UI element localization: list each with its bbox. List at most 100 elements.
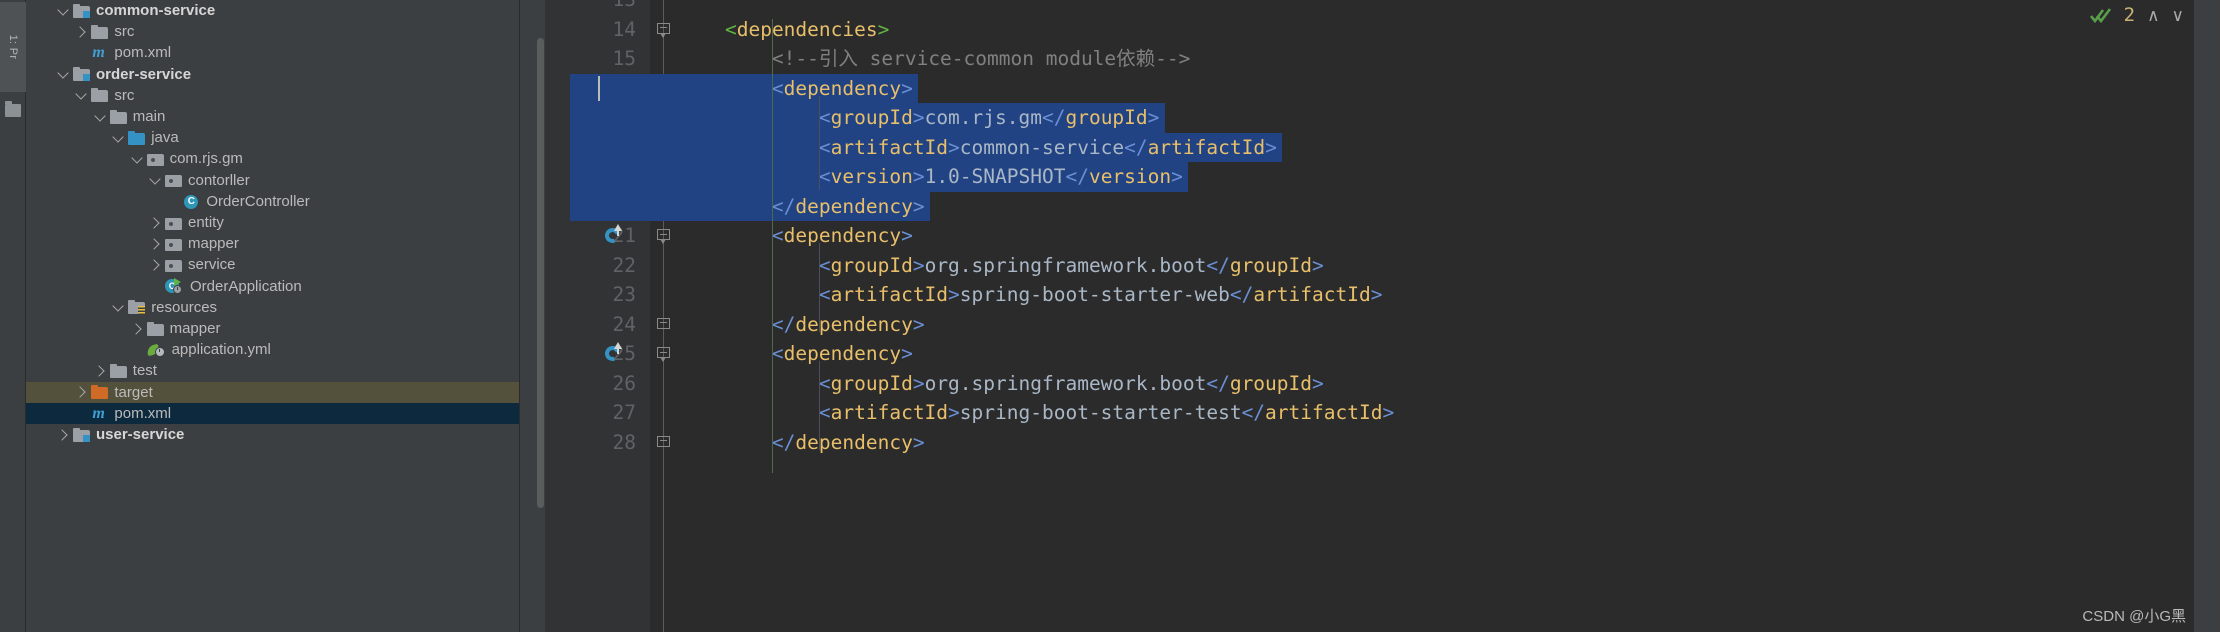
tree-node-label: src bbox=[114, 86, 135, 104]
chevron-right-icon[interactable] bbox=[130, 322, 144, 336]
tree-node-mapper[interactable]: mapper bbox=[26, 233, 519, 254]
tree-node-application-yml[interactable]: application.yml bbox=[26, 339, 519, 360]
tree-node-label: service bbox=[188, 256, 236, 274]
code-line[interactable] bbox=[678, 0, 2220, 15]
chevron-right-icon[interactable] bbox=[74, 385, 88, 399]
chevron-down-icon[interactable] bbox=[111, 300, 125, 314]
line-number: 15 bbox=[612, 47, 636, 70]
inspection-ok-check-icon bbox=[2089, 7, 2112, 24]
package-icon bbox=[165, 173, 182, 188]
code-token-bracket: > bbox=[912, 165, 925, 188]
editor-left-strip bbox=[520, 0, 545, 632]
tree-node-java[interactable]: java bbox=[26, 127, 519, 148]
code-token-bracket: </ bbox=[1206, 371, 1230, 395]
tree-node-label: mapper bbox=[188, 235, 239, 253]
chevron-down-icon[interactable] bbox=[111, 131, 125, 145]
inspection-widget[interactable]: 2 ∧ ∨ bbox=[2080, 0, 2194, 30]
code-token-bracket: > bbox=[901, 224, 913, 247]
tree-node-order-service[interactable]: order-service bbox=[26, 64, 519, 85]
tree-node-common-service[interactable]: common-service bbox=[26, 0, 519, 21]
code-line[interactable]: <artifactId>spring-boot-starter-test</ar… bbox=[678, 398, 2220, 428]
chevron-up-icon[interactable]: ∧ bbox=[2147, 7, 2159, 24]
code-token-tag: version bbox=[830, 165, 913, 188]
tree-node-service[interactable]: service bbox=[26, 254, 519, 275]
code-line[interactable]: <groupId>org.springframework.boot</group… bbox=[678, 251, 2220, 281]
code-token-bracket: > bbox=[912, 106, 925, 129]
code-token-tag: artifactId bbox=[830, 401, 949, 424]
tree-node-com-rjs-gm[interactable]: com.rjs.gm bbox=[26, 148, 519, 169]
project-toolwindow-tab[interactable]: 1: Pr bbox=[0, 2, 26, 92]
code-token-bracket: > bbox=[1370, 283, 1383, 306]
code-line[interactable]: </dependency> bbox=[678, 192, 2220, 222]
code-line[interactable]: </dependency> bbox=[678, 310, 2220, 340]
chevron-down-icon[interactable] bbox=[130, 152, 144, 166]
tree-node-label: contorller bbox=[188, 171, 250, 189]
tree-node-main[interactable]: main bbox=[26, 106, 519, 127]
module-folder-icon bbox=[73, 3, 90, 18]
java-class-icon: C bbox=[183, 194, 200, 209]
code-line[interactable]: <artifactId>spring-boot-starter-web</art… bbox=[678, 280, 2220, 310]
tree-node-label: com.rjs.gm bbox=[169, 150, 243, 168]
chevron-down-icon[interactable] bbox=[74, 88, 88, 102]
maven-reimport-icon[interactable] bbox=[602, 342, 625, 364]
chevron-right-icon[interactable] bbox=[148, 258, 162, 272]
code-token-value: 1.0-SNAPSHOT bbox=[924, 165, 1066, 188]
code-token-bracket: < bbox=[818, 371, 831, 395]
code-token-tag: groupId bbox=[830, 371, 913, 395]
fold-collapse-icon[interactable] bbox=[657, 22, 670, 38]
fold-end-icon[interactable] bbox=[657, 317, 670, 331]
tree-node-entity[interactable]: entity bbox=[26, 212, 519, 233]
chevron-right-icon[interactable] bbox=[93, 364, 107, 378]
tree-node-test[interactable]: test bbox=[26, 360, 519, 381]
fold-end-icon[interactable] bbox=[657, 435, 670, 449]
line-number: 26 bbox=[612, 371, 636, 395]
tree-node-label: test bbox=[132, 362, 157, 380]
code-token-tag: groupId bbox=[1229, 371, 1313, 395]
chevron-right-icon[interactable] bbox=[56, 428, 70, 442]
indent-guide bbox=[771, 18, 773, 233]
chevron-right-icon[interactable] bbox=[74, 25, 88, 39]
code-editor[interactable]: 13141516171819202122232425262728 <depend… bbox=[520, 0, 2220, 632]
fold-collapse-icon[interactable] bbox=[657, 229, 670, 244]
chevron-down-icon[interactable] bbox=[56, 67, 70, 81]
code-token-bracket: </ bbox=[1206, 253, 1230, 277]
project-tree[interactable]: common-service src m pom.xml order-service sr… bbox=[26, 0, 520, 632]
tree-node-src[interactable]: src bbox=[26, 21, 519, 42]
tree-node-target[interactable]: target bbox=[26, 381, 519, 403]
chevron-down-icon[interactable] bbox=[93, 110, 107, 124]
chevron-down-icon[interactable] bbox=[56, 4, 70, 18]
editor-scrollbar-thumb[interactable] bbox=[537, 38, 544, 508]
indent-guide bbox=[818, 243, 820, 332]
code-line[interactable]: <!--引入 service-common module依赖--> bbox=[678, 44, 2220, 74]
tree-node-mapper[interactable]: mapper bbox=[26, 318, 519, 339]
tree-node-pom-xml[interactable]: m pom.xml bbox=[26, 402, 519, 424]
chevron-down-icon[interactable] bbox=[148, 173, 162, 187]
tree-node-label: OrderApplication bbox=[190, 277, 302, 295]
code-token-bracket: > bbox=[912, 253, 925, 277]
code-line[interactable]: <dependency> bbox=[678, 221, 2220, 251]
chevron-down-icon[interactable]: ∨ bbox=[2172, 7, 2184, 24]
fold-collapse-icon[interactable] bbox=[657, 347, 670, 362]
chevron-right-icon[interactable] bbox=[148, 237, 162, 251]
tree-node-resources[interactable]: resources bbox=[26, 297, 519, 318]
folder-icon[interactable] bbox=[5, 101, 21, 117]
code-line[interactable]: <dependency> bbox=[678, 74, 2220, 104]
tree-node-orderapplication[interactable]: C OrderApplication bbox=[26, 276, 519, 297]
code-text-area[interactable]: <dependencies> <!--引入 service-common mod… bbox=[570, 0, 2220, 632]
line-number: 21 bbox=[612, 224, 636, 247]
tree-node-user-service[interactable]: user-service bbox=[26, 424, 519, 445]
tree-node-ordercontroller[interactable]: C OrderController bbox=[26, 191, 519, 212]
tree-node-src[interactable]: src bbox=[26, 85, 519, 106]
line-number: 27 bbox=[612, 401, 636, 424]
tree-node-contorller[interactable]: contorller bbox=[26, 170, 519, 191]
code-line[interactable]: <dependencies> bbox=[678, 15, 2220, 45]
code-line[interactable]: <version>1.0-SNAPSHOT</version> bbox=[678, 162, 2220, 192]
code-line[interactable]: <dependency> bbox=[678, 339, 2220, 369]
code-line[interactable]: </dependency> bbox=[678, 428, 2220, 458]
code-line[interactable]: <artifactId>common-service</artifactId> bbox=[678, 133, 2220, 163]
code-line[interactable]: <groupId>org.springframework.boot</group… bbox=[678, 369, 2220, 399]
chevron-right-icon[interactable] bbox=[148, 216, 162, 230]
maven-reimport-icon[interactable] bbox=[602, 224, 625, 246]
code-line[interactable]: <groupId>com.rjs.gm</groupId> bbox=[678, 103, 2220, 133]
tree-node-pom-xml[interactable]: m pom.xml bbox=[26, 42, 519, 63]
